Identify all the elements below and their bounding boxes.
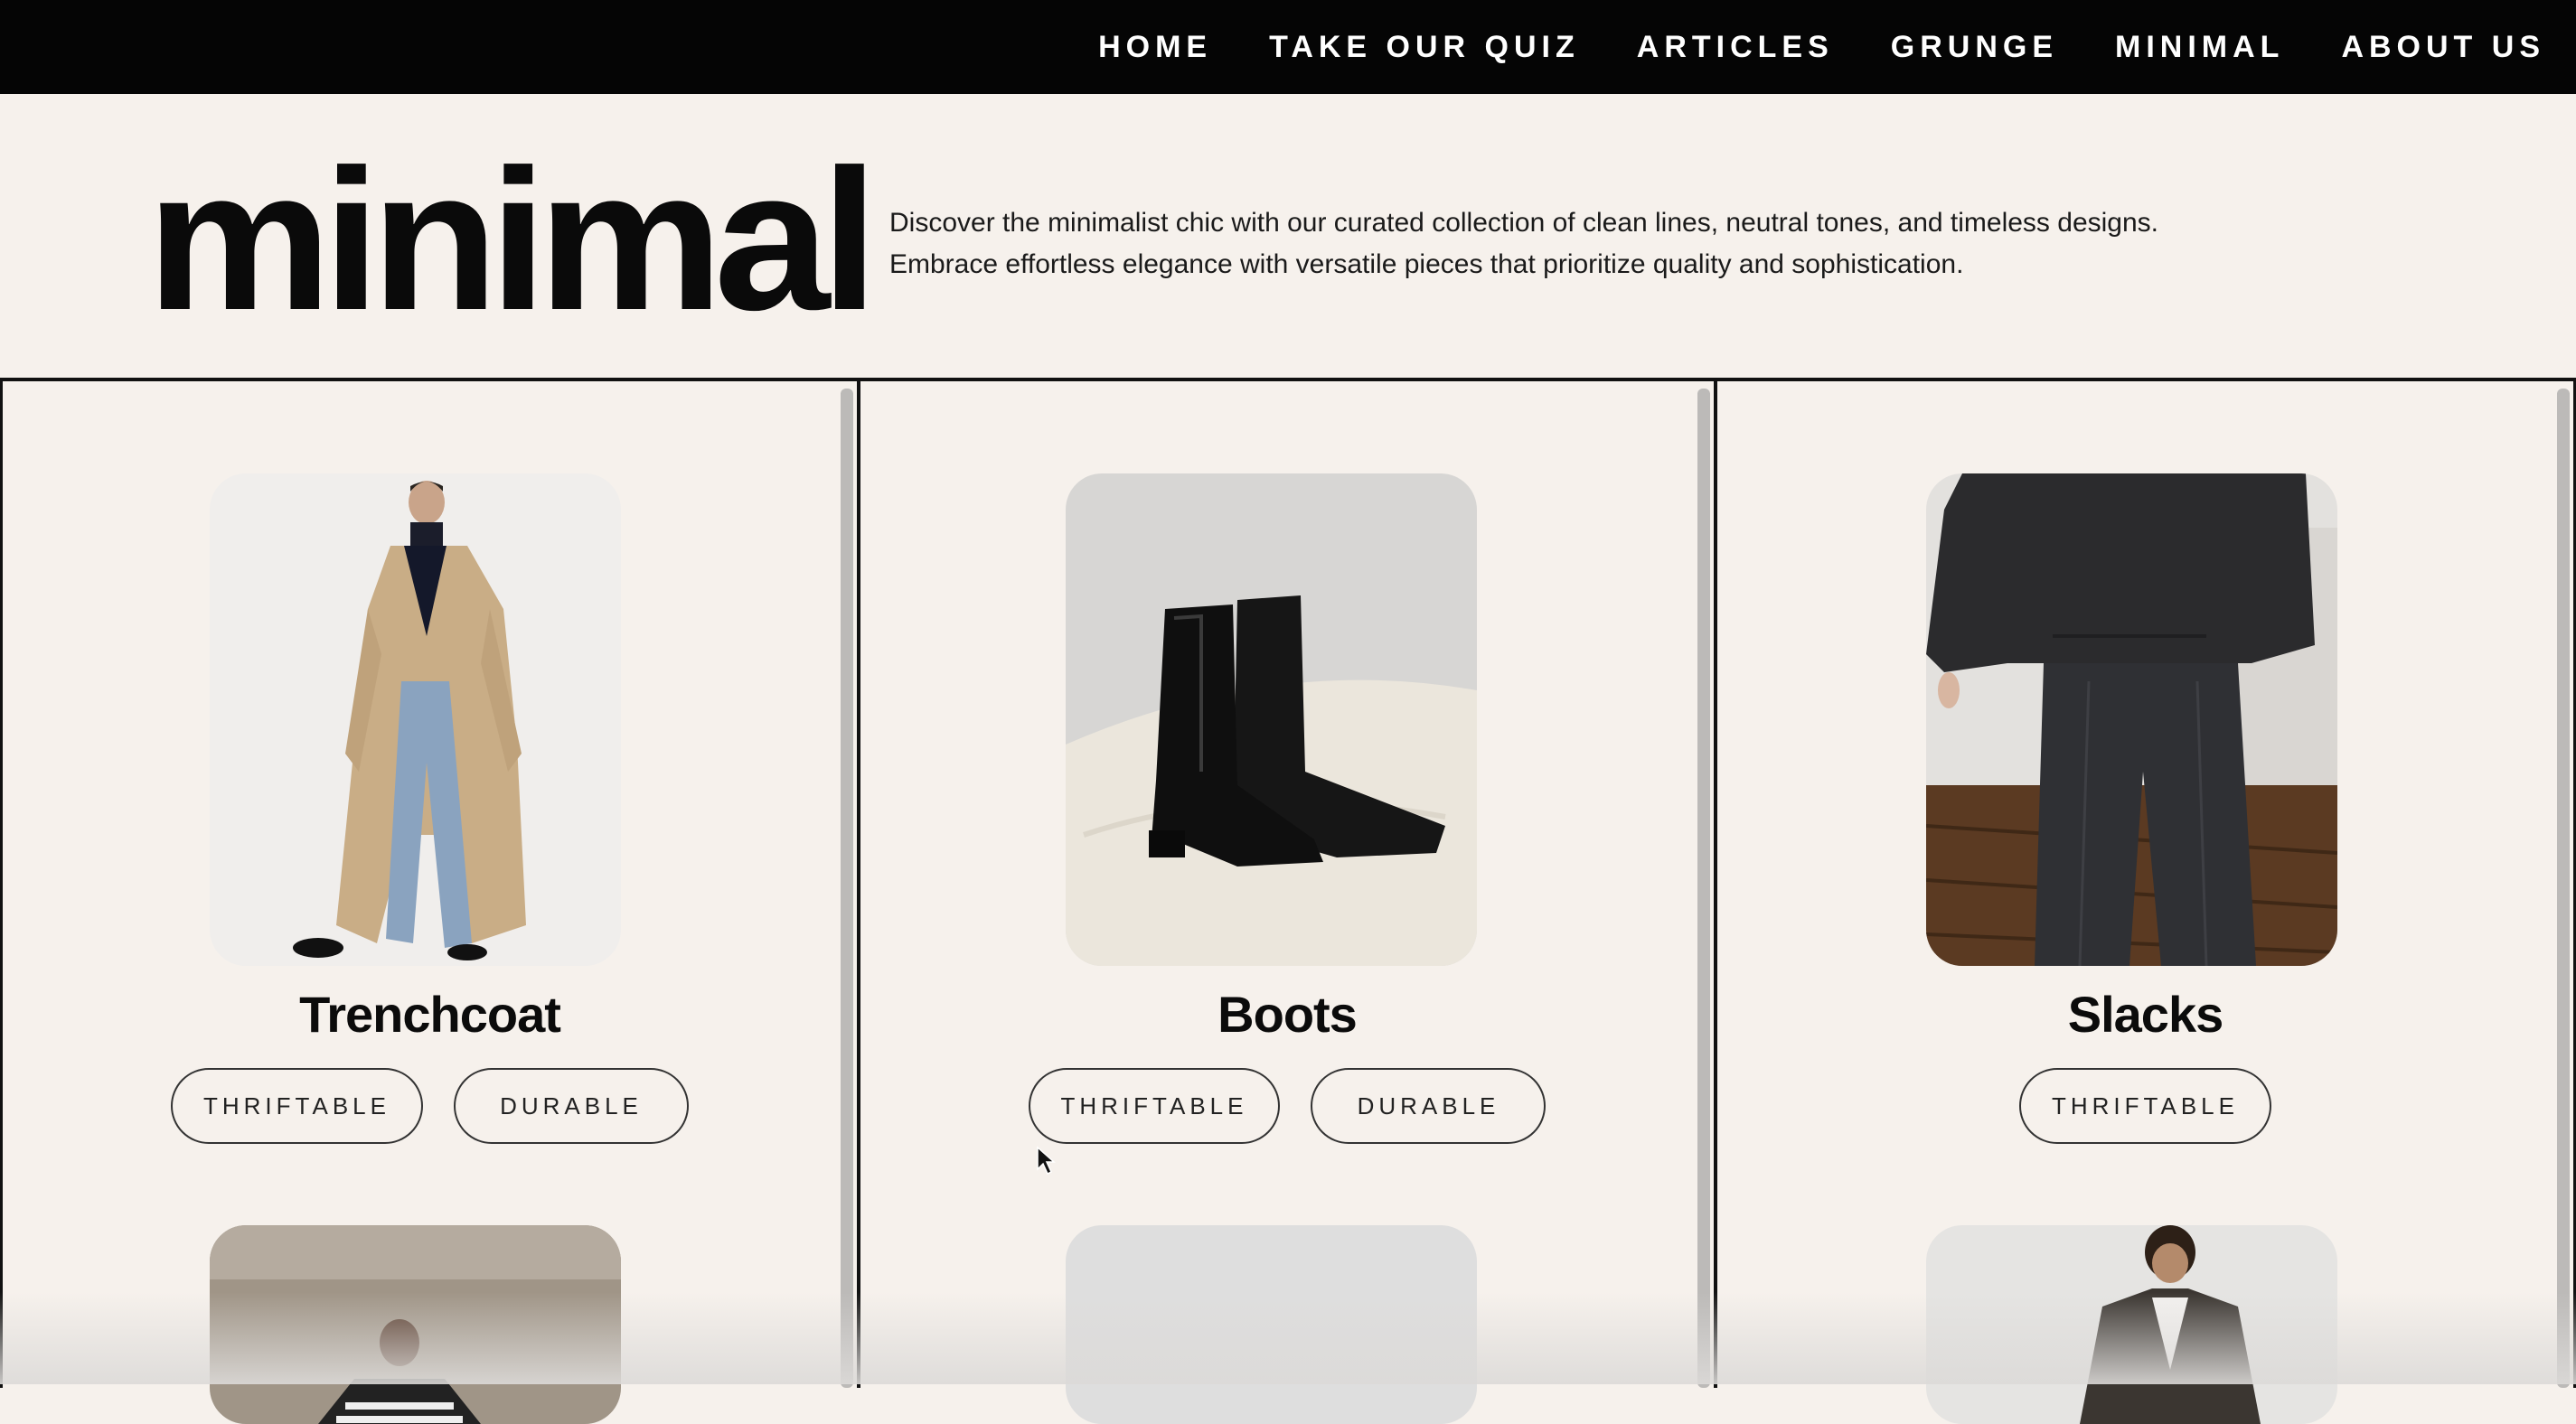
nav-quiz-link[interactable]: TAKE OUR QUIZ bbox=[1269, 30, 1580, 65]
column-scrollbar[interactable] bbox=[2557, 389, 2570, 1388]
column-scrollbar[interactable] bbox=[841, 389, 853, 1388]
mouse-cursor-icon bbox=[1037, 1146, 1056, 1176]
tag-durable[interactable]: DURABLE bbox=[1311, 1068, 1547, 1144]
product-title: Trenchcoat bbox=[299, 986, 561, 1043]
slacks-image[interactable] bbox=[1926, 473, 2337, 966]
product-column-2: Boots THRIFTABLE DURABLE bbox=[857, 381, 1714, 1424]
product-tags: THRIFTABLE DURABLE bbox=[3, 1068, 857, 1144]
product-grid: Trenchcoat THRIFTABLE DURABLE Boots THRI… bbox=[0, 378, 2576, 1424]
nav-home-link[interactable]: HOME bbox=[1098, 30, 1212, 65]
product-title: Slacks bbox=[2067, 986, 2224, 1043]
tag-thriftable[interactable]: THRIFTABLE bbox=[171, 1068, 423, 1144]
product-tags: THRIFTABLE bbox=[1717, 1068, 2573, 1144]
product-title: Boots bbox=[1217, 986, 1358, 1043]
tag-thriftable[interactable]: THRIFTABLE bbox=[2019, 1068, 2271, 1144]
bottom-fade-overlay bbox=[0, 1292, 2576, 1384]
column-scrollbar[interactable] bbox=[1697, 389, 1710, 1388]
tag-durable[interactable]: DURABLE bbox=[453, 1068, 689, 1144]
main-nav: HOME TAKE OUR QUIZ ARTICLES GRUNGE MINIM… bbox=[1098, 0, 2545, 94]
page-description: Discover the minimalist chic with our cu… bbox=[889, 208, 2158, 279]
product-tags: THRIFTABLE DURABLE bbox=[860, 1068, 1714, 1144]
nav-articles-link[interactable]: ARTICLES bbox=[1637, 30, 1834, 65]
tag-thriftable[interactable]: THRIFTABLE bbox=[1028, 1068, 1281, 1144]
page-title: minimal bbox=[146, 128, 879, 352]
product-column-1: Trenchcoat THRIFTABLE DURABLE bbox=[0, 381, 857, 1424]
top-navigation-bar: HOME TAKE OUR QUIZ ARTICLES GRUNGE MINIM… bbox=[0, 0, 2576, 94]
boots-image[interactable] bbox=[1066, 473, 1477, 966]
product-column-3: Slacks THRIFTABLE bbox=[1714, 381, 2576, 1424]
nav-grunge-link[interactable]: GRUNGE bbox=[1891, 30, 2058, 65]
trenchcoat-image[interactable] bbox=[210, 473, 621, 966]
nav-about-link[interactable]: ABOUT US bbox=[2341, 30, 2545, 65]
nav-minimal-link[interactable]: MINIMAL bbox=[2115, 30, 2284, 65]
